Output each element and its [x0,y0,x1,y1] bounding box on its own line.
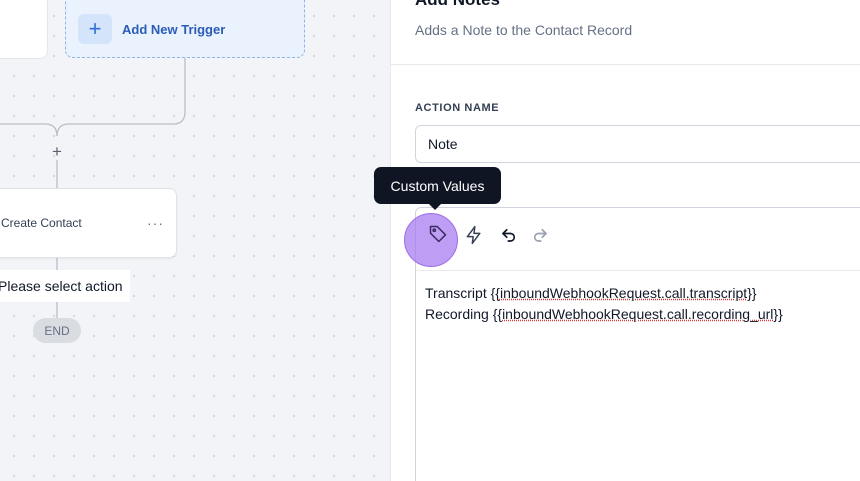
note-line-recording: Recording {{inboundWebhookRequest.call.r… [425,306,783,322]
custom-values-tooltip: Custom Values [374,167,501,210]
more-horizontal-icon[interactable]: ··· [147,216,164,230]
end-badge: END [33,318,81,343]
tooltip-text: Custom Values [390,177,485,194]
lightning-icon[interactable] [461,222,487,248]
editor-toolbar [404,208,860,271]
panel-divider [391,64,860,65]
workflow-canvas[interactable]: + Add New Trigger + Create Contact ··· P… [0,0,390,481]
create-contact-node[interactable]: Create Contact ··· [0,188,177,258]
redo-icon[interactable] [527,222,553,248]
tag-icon[interactable] [425,221,451,247]
select-action-text: Please select action [0,278,123,294]
line-prefix: Transcript [425,285,491,301]
note-editor-content[interactable]: Transcript {{inboundWebhookRequest.call.… [425,283,860,325]
custom-value-variable: inboundWebhookRequest.call.recording_url [502,306,774,322]
custom-value-variable: inboundWebhookRequest.call.transcript [499,285,748,301]
note-line-transcript: Transcript {{inboundWebhookRequest.call.… [425,285,757,301]
create-contact-label: Create Contact [1,216,82,230]
add-step-plus-icon[interactable]: + [49,142,65,162]
note-editor[interactable]: Transcript {{inboundWebhookRequest.call.… [404,207,860,481]
action-name-label: ACTION NAME [415,102,500,114]
tooltip-arrow [429,204,441,210]
undo-icon[interactable] [496,222,522,248]
action-name-input[interactable] [415,125,860,163]
select-action-placeholder[interactable]: Please select action [0,270,130,302]
panel-subtitle: Adds a Note to the Contact Record [415,22,633,38]
action-settings-panel: Add Notes Adds a Note to the Contact Rec… [390,0,860,481]
panel-title: Add Notes [415,0,500,10]
end-label: END [44,323,70,338]
line-prefix: Recording [425,306,493,322]
